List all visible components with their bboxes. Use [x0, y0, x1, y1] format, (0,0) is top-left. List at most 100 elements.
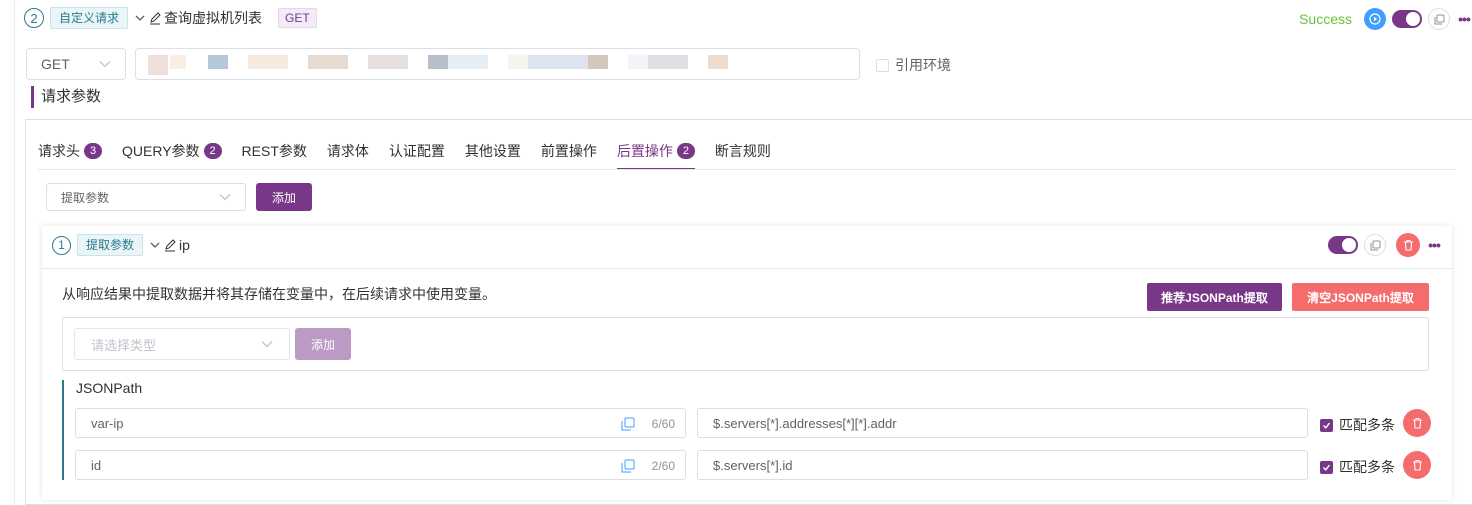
card-delete-button[interactable] — [1396, 233, 1420, 257]
method-value: GET — [41, 56, 70, 72]
tab-badge: 2 — [203, 143, 222, 159]
recommend-jsonpath-button[interactable]: 推荐JSONPath提取 — [1147, 283, 1282, 311]
post-op-type-select[interactable]: 提取参数 — [46, 183, 246, 211]
checkbox-checked[interactable] — [1320, 460, 1333, 474]
status-text: Success — [1299, 11, 1352, 27]
tab-badge: 3 — [84, 143, 102, 159]
trash-icon — [1412, 417, 1422, 429]
method-select[interactable]: GET — [26, 48, 126, 80]
variable-name-value: var-ip — [91, 415, 124, 431]
trash-icon — [1403, 239, 1413, 251]
step-type-tag: 自定义请求 — [50, 7, 129, 29]
step-number: 2 — [24, 8, 44, 28]
tab-auth[interactable]: 认证配置 — [389, 140, 445, 170]
chevron-down-icon — [219, 194, 231, 201]
use-env-label: 引用环境 — [895, 57, 951, 73]
copy-icon — [1434, 14, 1444, 24]
card-step-number: 1 — [52, 235, 71, 255]
tab-query[interactable]: QUERY参数 2 — [122, 140, 222, 170]
checkbox[interactable] — [876, 58, 889, 72]
url-input[interactable] — [135, 48, 860, 80]
tab-rest[interactable]: REST参数 — [242, 140, 307, 170]
match-multiple-label: 匹配多条 — [1339, 459, 1395, 475]
char-count: 2/60 — [651, 459, 675, 473]
step-title[interactable]: 查询虚拟机列表 — [164, 8, 262, 28]
chevron-down-icon[interactable] — [134, 12, 146, 24]
redacted-url-segment — [368, 55, 408, 69]
tab-other-settings[interactable]: 其他设置 — [465, 140, 521, 170]
redacted-url-segment — [308, 55, 348, 69]
jsonpath-expression-input[interactable]: $.servers[*].addresses[*][*].addr — [697, 408, 1308, 438]
post-op-type-value: 提取参数 — [61, 190, 110, 205]
extract-type-select[interactable]: 请选择类型 — [74, 328, 290, 360]
card-description: 从响应结果中提取数据并将其存储在变量中，在后续请求中使用变量。 — [62, 286, 496, 302]
section-title: 请求参数 — [31, 86, 101, 108]
chevron-down-icon — [99, 61, 111, 68]
copy-icon — [621, 459, 635, 473]
jsonpath-expression-value: $.servers[*].id — [713, 457, 793, 473]
jsonpath-expression-input[interactable]: $.servers[*].id — [697, 450, 1308, 480]
card-copy-button[interactable] — [1364, 234, 1386, 256]
tab-assertions[interactable]: 断言规则 — [715, 140, 771, 170]
step-header: 2 自定义请求 查询虚拟机列表 GET — [24, 6, 317, 30]
more-icon[interactable]: ••• — [1426, 234, 1442, 256]
char-count: 6/60 — [651, 417, 675, 431]
redacted-url-segment — [528, 55, 588, 69]
add-post-op-button[interactable]: 添加 — [256, 183, 312, 211]
checkbox-checked[interactable] — [1320, 418, 1333, 432]
tab-headers[interactable]: 请求头 3 — [38, 140, 102, 170]
clear-jsonpath-button[interactable]: 清空JSONPath提取 — [1292, 283, 1429, 311]
variable-name-value: id — [91, 457, 102, 473]
variable-name-input[interactable]: id 2/60 — [75, 450, 686, 480]
row-delete-button[interactable] — [1403, 451, 1431, 479]
redacted-url-segment — [508, 55, 528, 69]
jsonpath-label: JSONPath — [76, 380, 143, 396]
step-header-actions: Success ••• — [1299, 6, 1472, 32]
redacted-url-segment — [208, 55, 228, 69]
chevron-down-icon — [261, 341, 273, 348]
play-icon — [1369, 13, 1381, 25]
redacted-url-segment — [148, 55, 168, 75]
tabs: 请求头 3 QUERY参数 2 REST参数 请求体 认证配置 其他设置 前置操作 … — [38, 140, 791, 170]
tabs-divider — [38, 169, 1455, 170]
match-multiple-label: 匹配多条 — [1339, 417, 1395, 433]
chevron-down-icon[interactable] — [149, 239, 161, 251]
tab-post-ops[interactable]: 后置操作 2 — [616, 140, 695, 170]
card-enable-toggle[interactable] — [1328, 236, 1358, 254]
variable-name-input[interactable]: var-ip 6/60 — [75, 408, 686, 438]
redacted-url-segment — [648, 55, 688, 69]
extract-type-add-button[interactable]: 添加 — [295, 328, 351, 360]
row-delete-button[interactable] — [1403, 409, 1431, 437]
enable-toggle[interactable] — [1392, 10, 1422, 28]
copy-button[interactable] — [1428, 8, 1450, 30]
redacted-url-segment — [708, 55, 728, 69]
card-actions: ••• — [1328, 233, 1442, 257]
use-env-checkbox[interactable]: 引用环境 — [876, 55, 951, 75]
jsonpath-expression-value: $.servers[*].addresses[*][*].addr — [713, 415, 897, 431]
method-tag: GET — [278, 8, 317, 28]
copy-icon — [1370, 240, 1380, 250]
more-icon[interactable]: ••• — [1456, 8, 1472, 30]
check-icon — [1323, 464, 1331, 471]
extract-type-box: 请选择类型 添加 — [62, 317, 1429, 371]
tab-body[interactable]: 请求体 — [327, 140, 369, 170]
edit-icon[interactable] — [148, 11, 162, 25]
redacted-url-segment — [448, 55, 488, 69]
match-multiple-checkbox[interactable]: 匹配多条 — [1320, 457, 1395, 477]
card-divider — [42, 268, 1452, 269]
redacted-url-segment — [628, 55, 648, 69]
copy-icon — [621, 417, 635, 431]
extract-params-card: 1 提取参数 ip ••• 从响应结果中提取数据并将其存储在变量中，在后续请求中… — [42, 226, 1452, 500]
tab-pre-ops[interactable]: 前置操作 — [541, 140, 597, 170]
match-multiple-checkbox[interactable]: 匹配多条 — [1320, 415, 1395, 435]
jsonpath-section: JSONPath var-ip 6/60 $.servers[*].addres… — [62, 380, 1431, 480]
run-button[interactable] — [1364, 8, 1386, 30]
request-params-panel: 请求头 3 QUERY参数 2 REST参数 请求体 认证配置 其他设置 前置操作 … — [25, 119, 1472, 505]
redacted-url-segment — [248, 55, 288, 69]
edit-icon[interactable] — [163, 238, 177, 252]
card-type-tag: 提取参数 — [77, 234, 144, 256]
card-name[interactable]: ip — [179, 237, 190, 253]
extract-type-placeholder: 请选择类型 — [91, 337, 157, 353]
redacted-url-segment — [428, 55, 448, 69]
redacted-url-segment — [588, 55, 608, 69]
